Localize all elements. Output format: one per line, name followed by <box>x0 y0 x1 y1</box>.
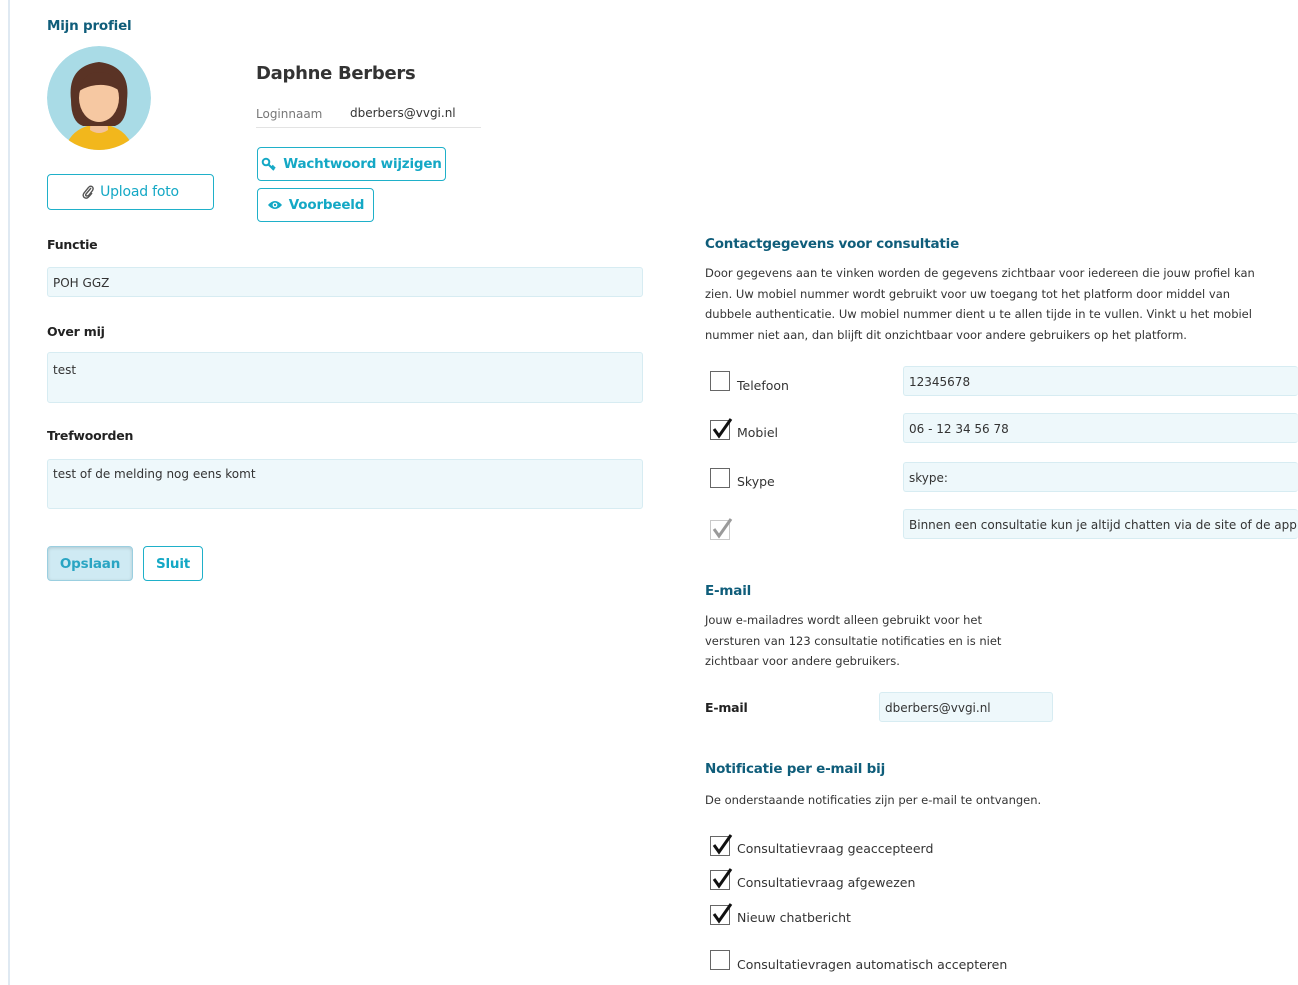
contact-description-line: zien. Uw mobiel nummer wordt gebruikt vo… <box>705 286 1231 301</box>
email-description: Jouw e-mailadres wordt alleen gebruikt v… <box>705 610 1035 672</box>
change-password-button[interactable]: Wachtwoord wijzigen <box>257 147 446 181</box>
mobile-checkbox[interactable] <box>710 418 733 440</box>
login-row: Loginnaam dberbers@vvgi.nl <box>256 104 481 128</box>
email-description-line: versturen van 123 consultatie notificati… <box>705 633 1002 648</box>
checkmark-icon <box>712 834 733 855</box>
skype-checkbox[interactable] <box>710 468 730 488</box>
save-button[interactable]: Opslaan <box>47 546 133 581</box>
notify-accepted-label: Consultatievraag geaccepteerd <box>737 841 934 856</box>
contact-description: Door gegevens aan te vinken worden de ge… <box>705 263 1295 345</box>
notifications-heading: Notificatie per e-mail bij <box>705 761 885 777</box>
upload-photo-button[interactable]: Upload foto <box>47 174 214 210</box>
checkmark-icon <box>712 518 733 539</box>
checkmark-icon <box>712 418 733 439</box>
function-input[interactable]: POH GGZ <box>47 267 643 297</box>
notify-chat-label: Nieuw chatbericht <box>737 910 851 925</box>
contact-heading: Contactgegevens voor consultatie <box>705 236 960 252</box>
keywords-label: Trefwoorden <box>47 428 134 443</box>
notify-rejected-checkbox[interactable] <box>710 868 733 890</box>
checkmark-icon <box>712 903 733 924</box>
email-description-line: Jouw e-mailadres wordt alleen gebruikt v… <box>705 613 982 627</box>
close-label: Sluit <box>155 555 191 572</box>
contact-description-line: nummer niet aan, dan blijft dit onzichtb… <box>705 327 1187 342</box>
email-description-line: zichtbaar voor andere gebruikers. <box>705 654 900 668</box>
phone-input[interactable]: 12345678 <box>903 366 1298 396</box>
auto-accept-label: Consultatievragen automatisch accepteren <box>737 957 1008 972</box>
notify-chat-checkbox[interactable] <box>710 903 733 925</box>
notify-rejected-label: Consultatievraag afgewezen <box>737 875 916 890</box>
notifications-description: De onderstaande notificaties zijn per e-… <box>705 793 1042 807</box>
skype-label: Skype <box>737 474 775 489</box>
preview-label: Voorbeeld <box>288 197 365 213</box>
skype-input[interactable]: skype: <box>903 462 1298 492</box>
contact-description-line: Door gegevens aan te vinken worden de ge… <box>705 266 1255 280</box>
phone-label: Telefoon <box>737 378 789 393</box>
mobile-input[interactable]: 06 - 12 34 56 78 <box>903 413 1298 443</box>
left-border <box>8 0 10 985</box>
email-input[interactable]: dberbers@vvgi.nl <box>879 692 1053 722</box>
about-label: Over mij <box>47 324 105 339</box>
mobile-label: Mobiel <box>737 425 779 440</box>
close-button[interactable]: Sluit <box>143 546 203 581</box>
notify-accepted-checkbox[interactable] <box>710 834 733 856</box>
phone-checkbox[interactable] <box>710 371 730 391</box>
save-label: Opslaan <box>59 555 121 572</box>
keywords-textarea[interactable]: test of de melding nog eens komt <box>47 459 643 509</box>
contact-description-line: dubbele authenticatie. Uw mobiel nummer … <box>705 307 1252 321</box>
email-label: E-mail <box>705 700 748 715</box>
function-label: Functie <box>47 237 98 252</box>
checkmark-icon <box>712 868 733 889</box>
key-icon <box>261 157 277 171</box>
login-label: Loginnaam <box>256 107 323 121</box>
upload-photo-label: Upload foto <box>100 184 179 200</box>
avatar <box>47 46 151 150</box>
login-value: dberbers@vvgi.nl <box>350 106 456 120</box>
avatar-image <box>47 46 151 150</box>
user-name: Daphne Berbers <box>256 63 416 84</box>
eye-icon <box>267 199 283 211</box>
page-title: Mijn profiel <box>47 18 132 34</box>
preview-button[interactable]: Voorbeeld <box>257 188 374 222</box>
about-textarea[interactable]: test <box>47 352 643 403</box>
change-password-label: Wachtwoord wijzigen <box>283 156 442 172</box>
auto-accept-checkbox[interactable] <box>710 950 730 970</box>
email-heading: E-mail <box>705 583 752 599</box>
chat-checkbox-disabled <box>710 518 733 540</box>
paperclip-icon <box>82 185 94 199</box>
chat-info-field: Binnen een consultatie kun je altijd cha… <box>903 509 1298 539</box>
